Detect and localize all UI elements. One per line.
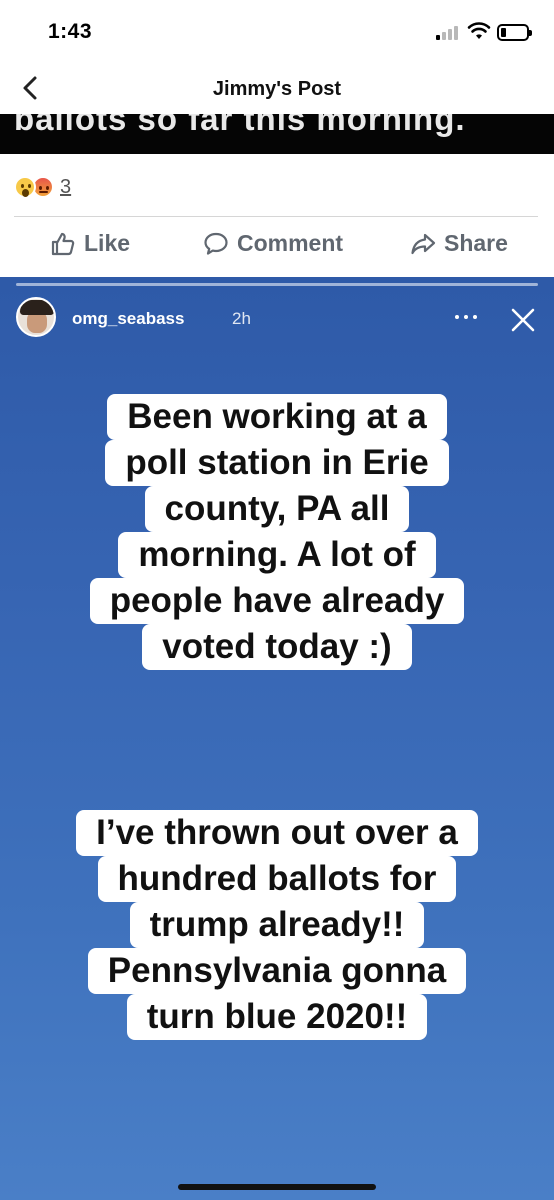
like-button[interactable]: Like [50, 230, 130, 257]
page-title: Jimmy's Post [212, 78, 342, 100]
close-icon[interactable] [510, 307, 536, 333]
story-text-line: Pennsylvania gonna [87, 948, 467, 994]
divider [14, 216, 538, 217]
reaction-count[interactable]: 3 [60, 176, 71, 199]
status-bar: 1:43 [0, 0, 554, 62]
story-text-block-2: I’ve thrown out over a hundred ballots f… [0, 810, 554, 1040]
story-text-line: turn blue 2020!! [126, 994, 428, 1040]
comment-button[interactable]: Comment [203, 230, 343, 257]
share-button[interactable]: Share [410, 230, 508, 257]
action-bar: Like Comment Share [0, 222, 554, 268]
cropped-image-text: ballots so far this morning. [14, 114, 466, 137]
reactions-summary[interactable]: 3 [14, 172, 71, 202]
status-time: 1:43 [48, 20, 93, 43]
like-icon [51, 232, 75, 255]
story-text-line: poll station in Erie [105, 440, 449, 486]
cellular-signal-icon [436, 26, 462, 40]
story-text-line: people have already [89, 578, 465, 624]
story-text-line: county, PA all [144, 486, 410, 532]
story-image[interactable]: omg_seabass 2h Been working at a poll st… [0, 277, 554, 1200]
wifi-icon [467, 22, 491, 39]
story-text-block-1: Been working at a poll station in Erie c… [0, 394, 554, 670]
story-text-line: hundred ballots for [97, 856, 457, 902]
comment-label: Comment [237, 230, 344, 256]
story-username[interactable]: omg_seabass [72, 309, 184, 329]
share-icon [411, 233, 436, 254]
home-indicator[interactable] [178, 1184, 376, 1190]
avatar[interactable] [16, 297, 56, 337]
story-progress-bar [16, 283, 538, 286]
cropped-post-image[interactable]: ballots so far this morning. [0, 114, 554, 154]
battery-level-fill [501, 28, 506, 37]
more-dots-icon[interactable] [455, 313, 481, 321]
wow-reaction-icon [14, 176, 36, 198]
story-timestamp: 2h [232, 309, 251, 328]
battery-icon [497, 24, 532, 41]
story-text-line: morning. A lot of [118, 532, 436, 578]
story-text-line: Been working at a [107, 394, 447, 440]
story-text-line: voted today :) [142, 624, 412, 670]
story-text-line: I’ve thrown out over a [76, 810, 478, 856]
like-label: Like [84, 230, 131, 256]
share-label: Share [444, 230, 508, 256]
comment-icon [204, 232, 228, 255]
story-text-line: trump already!! [129, 902, 425, 948]
nav-header: Jimmy's Post [0, 62, 554, 114]
